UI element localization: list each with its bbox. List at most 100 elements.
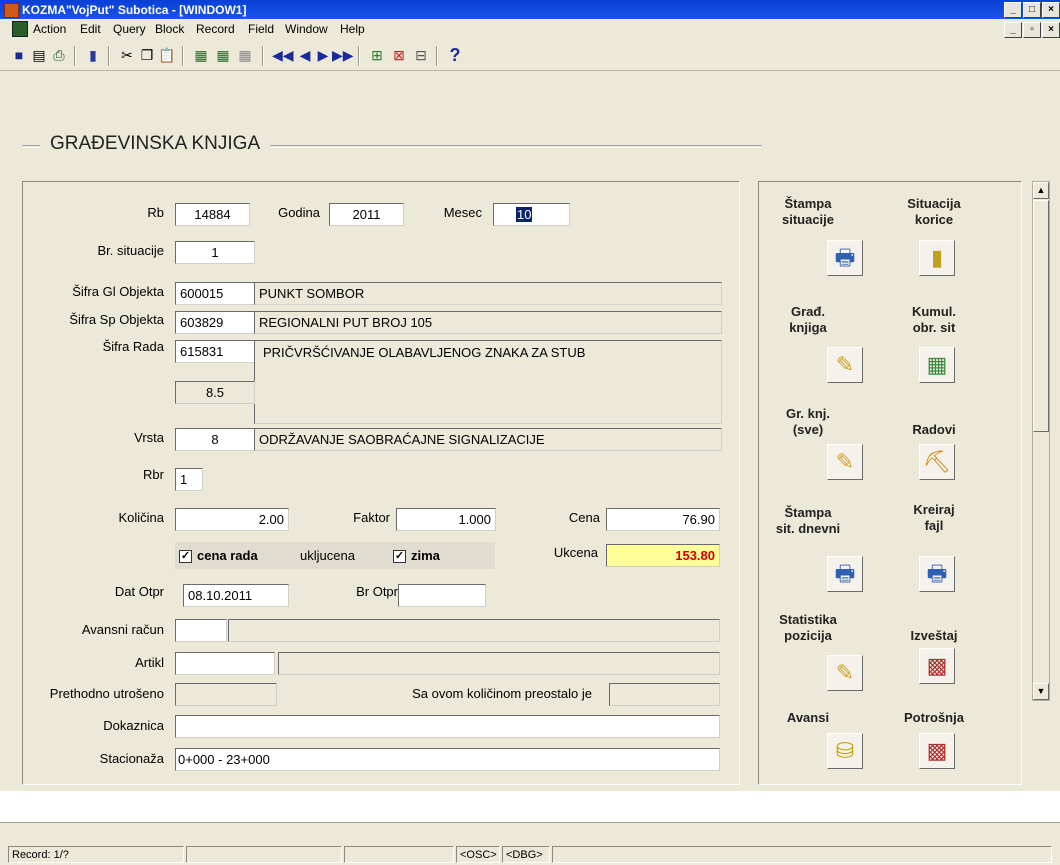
ukcena-label: Ukcena: [553, 545, 598, 560]
br-otpr-label: Br Otpr: [356, 584, 398, 599]
print-icon[interactable]: ▤: [30, 46, 48, 64]
menu-window[interactable]: Window: [285, 22, 328, 36]
document-icon[interactable]: [12, 21, 28, 37]
print-setup-icon[interactable]: ⎙: [50, 46, 68, 64]
br-situacije-field[interactable]: 1: [175, 241, 255, 264]
doc-restore-button[interactable]: ▫: [1023, 22, 1041, 38]
menu-edit[interactable]: Edit: [80, 22, 101, 36]
last-record-icon[interactable]: ▶▶: [332, 46, 354, 64]
vrsta-field[interactable]: 8: [175, 428, 255, 451]
prethodno-utroseno-field: [175, 683, 277, 706]
delete-record-icon[interactable]: ⊠: [390, 46, 408, 64]
scroll-down-icon[interactable]: ▼: [1033, 683, 1049, 700]
sifra-rada-field[interactable]: 615831: [175, 340, 255, 363]
sifra-sp-field[interactable]: 603829: [175, 311, 255, 334]
kolicina-field[interactable]: 2.00: [175, 508, 289, 531]
copy-icon[interactable]: ❐: [138, 46, 156, 64]
paste-icon[interactable]: 📋: [158, 46, 176, 64]
dokaznica-label: Dokaznica: [103, 718, 164, 733]
preostalo-label: Sa ovom količinom preostalo je: [412, 686, 592, 701]
print-fajl-icon[interactable]: 🖶: [919, 556, 955, 592]
panel-label-potrosnja: Potrošnja: [904, 710, 964, 725]
br-situacije-label: Br. situacije: [97, 243, 164, 258]
artikl-naziv: [278, 652, 720, 675]
panel-label-kumul-obr-sit: Kumul. obr. sit: [911, 304, 957, 335]
title-bar: KOZMA"VojPut" Subotica - [WINDOW1] _ □ ×: [0, 0, 1060, 19]
menu-help[interactable]: Help: [340, 22, 365, 36]
previous-record-icon[interactable]: ◀: [296, 46, 314, 64]
br-otpr-field[interactable]: [398, 584, 486, 607]
godina-field[interactable]: 2011: [329, 203, 404, 226]
minimize-button[interactable]: _: [1004, 2, 1022, 18]
next-record-icon[interactable]: ▶: [314, 46, 332, 64]
calculator-icon[interactable]: ▦: [919, 347, 955, 383]
sifra-rada-label: Šifra Rada: [102, 339, 164, 354]
lock-record-icon[interactable]: ⊟: [412, 46, 430, 64]
cena-field[interactable]: 76.90: [606, 508, 720, 531]
vrsta-label: Vrsta: [134, 430, 164, 445]
print-situacije-icon[interactable]: 🖶: [827, 240, 863, 276]
panel-label-situacija-korice: Situacija korice: [907, 196, 961, 227]
scroll-up-icon[interactable]: ▲: [1033, 182, 1049, 199]
record-status: Record: 1/?: [8, 846, 184, 863]
notepad-icon[interactable]: ✎: [827, 347, 863, 383]
ukljucena-label: ukljucena: [300, 548, 355, 563]
panel-label-avansi: Avansi: [786, 710, 830, 725]
menu-record[interactable]: Record: [196, 22, 235, 36]
close-button[interactable]: ×: [1042, 2, 1060, 18]
help-icon[interactable]: ?: [446, 46, 464, 64]
sub-value-field: 8.5: [175, 381, 255, 404]
panel-label-stampa-sit-dnevni: Štampa sit. dnevni: [775, 505, 841, 536]
stacionaza-field[interactable]: 0+000 - 23+000: [175, 748, 720, 771]
first-record-icon[interactable]: ◀◀: [272, 46, 294, 64]
vertical-scrollbar[interactable]: ▲ ▼: [1032, 181, 1050, 701]
doc-minimize-button[interactable]: _: [1004, 22, 1022, 38]
doc-close-button[interactable]: ×: [1042, 22, 1060, 38]
dat-otpr-field[interactable]: 08.10.2011: [183, 584, 289, 607]
exit-icon[interactable]: ▮: [84, 46, 102, 64]
rbr-label: Rbr: [143, 467, 164, 482]
prethodno-utroseno-label: Prethodno utrošeno: [49, 686, 164, 701]
mesec-field[interactable]: 10: [493, 203, 570, 226]
scroll-thumb[interactable]: [1033, 200, 1049, 432]
coins-icon[interactable]: ⛁: [827, 733, 863, 769]
menu-bar: Action Edit Query Block Record Field Win…: [0, 19, 1060, 38]
panel-label-radovi: Radovi: [912, 422, 956, 437]
menu-block[interactable]: Block: [155, 22, 184, 36]
rb-field[interactable]: 14884: [175, 203, 250, 226]
folder-icon[interactable]: ▮: [919, 240, 955, 276]
window-title: KOZMA"VojPut" Subotica - [WINDOW1]: [22, 3, 247, 17]
print-dnevni-icon[interactable]: 🖶: [827, 556, 863, 592]
artikl-field[interactable]: [175, 652, 275, 675]
save-icon[interactable]: ■: [10, 46, 28, 64]
execute-query-icon[interactable]: ▦: [214, 46, 232, 64]
dokaznica-field[interactable]: [175, 715, 720, 738]
menu-action[interactable]: Action: [33, 22, 66, 36]
cut-icon[interactable]: ✂: [118, 46, 136, 64]
menu-field[interactable]: Field: [248, 22, 274, 36]
panel-label-statistika-pozicija: Statistika pozicija: [779, 612, 837, 643]
statistics-icon[interactable]: ✎: [827, 655, 863, 691]
insert-record-icon[interactable]: ⊞: [368, 46, 386, 64]
consumption-report-icon[interactable]: ▩: [919, 733, 955, 769]
dat-otpr-label: Dat Otpr: [114, 584, 164, 599]
rbr-field[interactable]: 1: [175, 468, 203, 491]
notepad-all-icon[interactable]: ✎: [827, 444, 863, 480]
sifra-gl-field[interactable]: 600015: [175, 282, 255, 305]
enter-query-icon[interactable]: ▦: [192, 46, 210, 64]
faktor-field[interactable]: 1.000: [396, 508, 496, 531]
cancel-query-icon[interactable]: ▦: [236, 46, 254, 64]
app-icon: [4, 3, 19, 18]
ukcena-field: 153.80: [606, 544, 720, 567]
excavator-icon[interactable]: ⛏: [919, 444, 955, 480]
panel-label-gr-knj-sve: Gr. knj. (sve): [785, 406, 831, 437]
avansni-racun-label: Avansni račun: [81, 622, 164, 637]
sifra-gl-naziv: PUNKT SOMBOR: [254, 282, 722, 305]
maximize-button[interactable]: □: [1023, 2, 1041, 18]
cena-rada-checkbox[interactable]: ✓: [179, 550, 192, 563]
zima-checkbox[interactable]: ✓: [393, 550, 406, 563]
rb-label: Rb: [147, 205, 164, 220]
report-icon[interactable]: ▩: [919, 648, 955, 684]
menu-query[interactable]: Query: [113, 22, 146, 36]
avansni-racun-field[interactable]: [175, 619, 227, 642]
